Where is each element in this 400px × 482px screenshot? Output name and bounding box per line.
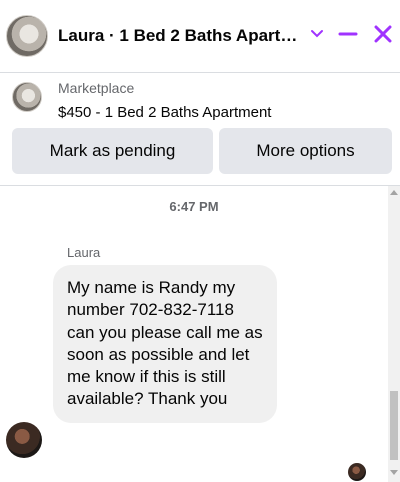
- chevron-down-icon[interactable]: [305, 22, 329, 46]
- listing-source: Marketplace: [58, 80, 135, 96]
- sender-name: Laura: [67, 245, 101, 260]
- listing-title[interactable]: $450 - 1 Bed 2 Baths Apartment: [58, 104, 271, 121]
- listing-image[interactable]: [12, 82, 42, 112]
- minimize-icon[interactable]: [336, 22, 360, 46]
- message-thread: 6:47 PM Laura My name is Randy my number…: [0, 186, 388, 482]
- scroll-up-icon[interactable]: [390, 190, 398, 195]
- chat-title[interactable]: Laura · 1 Bed 2 Baths Apartment: [58, 26, 298, 46]
- scroll-down-icon[interactable]: [390, 470, 398, 475]
- read-receipt-avatar: [348, 463, 366, 481]
- chat-header: Laura · 1 Bed 2 Baths Apartment: [0, 0, 400, 72]
- mark-as-pending-button[interactable]: Mark as pending: [12, 128, 213, 174]
- close-icon[interactable]: [371, 22, 395, 46]
- listing-thumbnail[interactable]: [6, 15, 48, 57]
- sender-avatar[interactable]: [6, 422, 42, 458]
- more-options-button[interactable]: More options: [219, 128, 392, 174]
- message-bubble[interactable]: My name is Randy my number 702-832-7118 …: [53, 265, 277, 423]
- scrollbar[interactable]: [388, 186, 400, 482]
- scrollbar-thumb[interactable]: [390, 391, 398, 460]
- message-timestamp: 6:47 PM: [169, 199, 219, 214]
- listing-panel: Marketplace $450 - 1 Bed 2 Baths Apartme…: [0, 73, 400, 183]
